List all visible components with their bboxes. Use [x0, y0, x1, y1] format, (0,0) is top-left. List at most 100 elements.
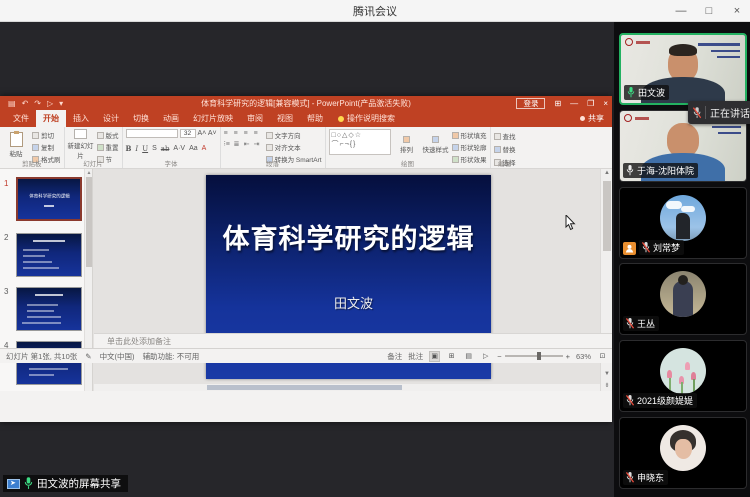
ribbon-options-icon[interactable]: ⊞: [554, 99, 561, 108]
align-left-icon: ≡: [224, 130, 233, 139]
zoom-slider[interactable]: − +: [497, 352, 570, 361]
group-drawing: □○△◇☆⌒⌐¬{} 排列 快速样式 形状填充 形状轮廓 形状效果 绘图: [326, 127, 491, 168]
powerpoint-window: ▤ ↶ ↷ ▷ ▾ 体育科学研究的逻辑[兼容模式] - PowerPoint(产…: [0, 96, 612, 422]
tab-slideshow[interactable]: 幻灯片放映: [186, 110, 240, 127]
mic-muted-icon: [626, 318, 634, 329]
copy-button[interactable]: 复制: [32, 142, 61, 152]
font-size-combobox[interactable]: 32: [180, 129, 196, 138]
align-right-icon: ≡: [244, 130, 253, 139]
cut-button[interactable]: 剪切: [32, 130, 61, 140]
ribbon: 粘贴 剪切 复制 格式刷 剪贴板 新建幻灯片 版式: [0, 127, 612, 169]
italic-icon: I: [135, 145, 138, 153]
magnifier-icon: [494, 133, 501, 140]
font-format-buttons[interactable]: BIU Sab A·VAa A: [126, 144, 217, 153]
tab-animations[interactable]: 动画: [156, 110, 186, 127]
zoom-slider-thumb[interactable]: [537, 352, 541, 360]
normal-view-icon[interactable]: ▣: [429, 351, 440, 362]
participant-tile[interactable]: 田文波: [619, 33, 747, 105]
paste-button[interactable]: 粘贴: [3, 129, 29, 160]
shape-fill-icon: [452, 132, 459, 139]
fit-to-window-icon[interactable]: ⊡: [597, 351, 608, 362]
save-icon[interactable]: ▤: [8, 99, 16, 108]
mic-on-icon: [24, 477, 33, 490]
quick-access-toolbar[interactable]: ▤ ↶ ↷ ▷ ▾: [8, 99, 63, 108]
slide-sorter-view-icon[interactable]: ⊞: [446, 351, 457, 362]
indent-icon: ⇤: [244, 140, 253, 149]
login-button[interactable]: 登录: [516, 98, 545, 109]
ppt-restore-icon[interactable]: ❐: [587, 99, 594, 108]
screen-share-icon: [7, 479, 20, 489]
bullets-icon: ⁝≡: [224, 140, 233, 149]
copy-icon: [32, 144, 39, 151]
tab-home[interactable]: 开始: [36, 110, 66, 127]
new-slide-button[interactable]: 新建幻灯片: [68, 129, 94, 160]
tell-me-search[interactable]: 操作说明搜索: [338, 113, 395, 127]
participant-face: [667, 123, 699, 157]
reading-view-icon[interactable]: ▤: [463, 351, 474, 362]
minimize-icon[interactable]: —: [674, 5, 688, 17]
university-logo: [625, 38, 633, 46]
zoom-level[interactable]: 63%: [576, 352, 591, 361]
shape-outline-button[interactable]: 形状轮廓: [452, 142, 487, 152]
reset-button[interactable]: 重置: [97, 142, 119, 152]
tab-view[interactable]: 视图: [270, 110, 300, 127]
ppt-close-icon[interactable]: ×: [603, 99, 608, 108]
ppt-minimize-icon[interactable]: —: [570, 99, 578, 108]
university-logo: [624, 114, 632, 122]
tab-file[interactable]: 文件: [6, 110, 36, 127]
tab-design[interactable]: 设计: [96, 110, 126, 127]
language-status[interactable]: 中文(中国): [100, 351, 135, 362]
undo-icon[interactable]: ↶: [22, 99, 29, 108]
maximize-icon[interactable]: □: [702, 5, 716, 17]
notes-toggle-button[interactable]: 备注: [387, 351, 402, 362]
quick-styles-button[interactable]: 快速样式: [423, 129, 449, 160]
ppt-status-bar: 幻灯片 第1张, 共10张 ✎ 中文(中国) 辅助功能: 不可用 备注 批注 ▣…: [0, 348, 612, 363]
tab-help[interactable]: 帮助: [300, 110, 330, 127]
mic-muted-icon: [642, 242, 650, 253]
new-slide-icon: [74, 129, 87, 139]
comments-toggle-button[interactable]: 批注: [408, 351, 423, 362]
slideshow-icon[interactable]: ▷: [47, 99, 53, 108]
arrange-button[interactable]: 排列: [394, 129, 420, 160]
participant-tile[interactable]: 2021级颜媞媞: [619, 340, 747, 412]
alignment-buttons[interactable]: ≡≡ ≡≡ ⁝≡≣ ⇤⇥: [224, 130, 263, 160]
participant-tile[interactable]: 王丛: [619, 263, 747, 335]
replace-button[interactable]: 替换: [494, 144, 516, 154]
share-button[interactable]: 共享: [580, 113, 604, 124]
spellcheck-icon[interactable]: ✎: [85, 352, 91, 361]
char-spacing-icon: A·V: [173, 145, 185, 152]
slideshow-view-icon[interactable]: ▷: [480, 351, 491, 362]
zoom-in-icon: +: [566, 352, 570, 361]
text-direction-button[interactable]: 文字方向: [266, 130, 322, 140]
align-center-icon: ≡: [234, 130, 243, 139]
tab-insert[interactable]: 插入: [66, 110, 96, 127]
tab-transitions[interactable]: 切换: [126, 110, 156, 127]
slide-thumbnail-2[interactable]: [16, 233, 82, 277]
slide-horizontal-scrollbar[interactable]: [94, 384, 600, 391]
accessibility-status[interactable]: 辅助功能: 不可用: [143, 351, 200, 362]
tab-review[interactable]: 审阅: [240, 110, 270, 127]
slide-thumbnail-1[interactable]: 体育科学研究的逻辑: [16, 177, 82, 221]
layout-button[interactable]: 版式: [97, 130, 119, 140]
shape-fill-button[interactable]: 形状填充: [452, 130, 487, 140]
close-icon[interactable]: ×: [730, 5, 744, 17]
font-color-icon: A: [202, 145, 207, 152]
redo-icon[interactable]: ↷: [34, 99, 41, 108]
font-name-combobox[interactable]: [126, 129, 178, 138]
notes-pane[interactable]: 单击此处添加备注: [94, 333, 612, 348]
mic-muted-icon: [626, 472, 634, 483]
shapes-gallery[interactable]: □○△◇☆⌒⌐¬{}: [329, 129, 391, 155]
align-text-button[interactable]: 对齐文本: [266, 142, 322, 152]
underline-icon: U: [142, 145, 148, 153]
find-button[interactable]: 查找: [494, 131, 516, 141]
avatar: [660, 271, 706, 317]
slide-thumbnail-3[interactable]: [16, 287, 82, 331]
participant-name-label: 2021级颜媞媞: [623, 393, 697, 408]
justify-icon: ≡: [254, 130, 263, 139]
qat-customize-icon[interactable]: ▾: [59, 99, 63, 108]
avatar: [660, 348, 706, 394]
group-paragraph: ≡≡ ≡≡ ⁝≡≣ ⇤⇥ 文字方向 对齐文本 转换为 SmartArt 段落: [221, 127, 326, 168]
tencent-meeting-window: 腾讯会议 — □ × ▤ ↶ ↷ ▷ ▾ 体育科学研究的逻辑[兼容模式] - P…: [0, 0, 750, 497]
participant-tile[interactable]: 刘常梦: [619, 187, 747, 259]
participant-tile[interactable]: 申晓东: [619, 417, 747, 489]
